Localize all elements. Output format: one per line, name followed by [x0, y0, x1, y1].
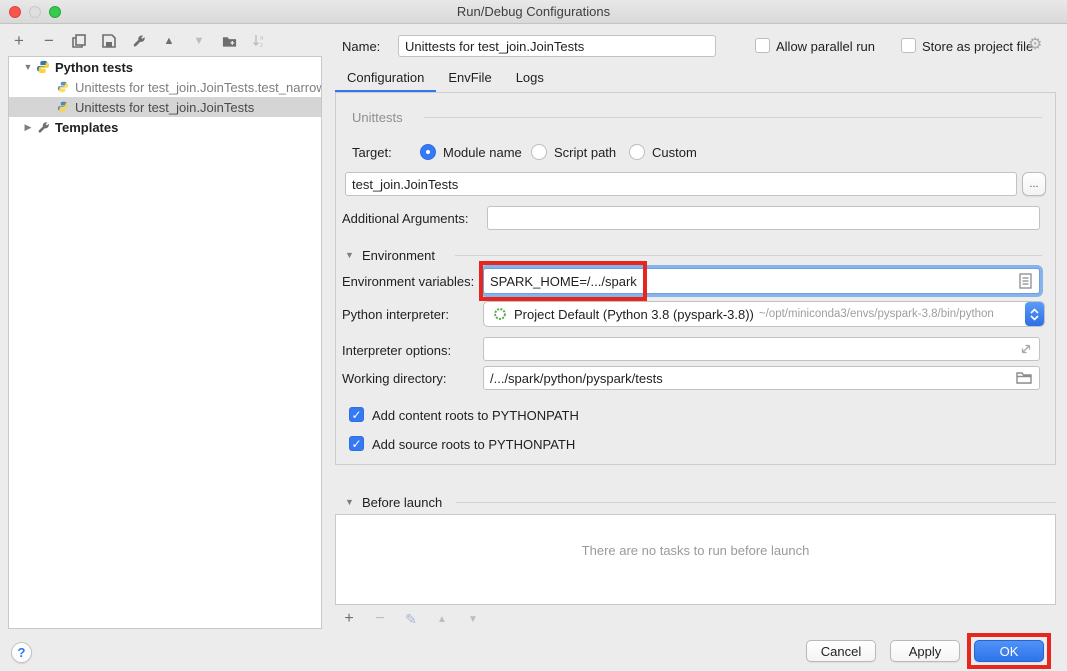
move-down-icon: ▼ — [190, 32, 208, 50]
annotation-highlight-env-variables — [479, 261, 647, 301]
tab-label: Logs — [516, 70, 544, 85]
allow-parallel-run-checkbox[interactable] — [755, 38, 770, 53]
svg-text:z: z — [260, 43, 263, 48]
additional-arguments-label: Additional Arguments: — [342, 211, 468, 226]
python-interpreter-path: ~/opt/miniconda3/envs/pyspark-3.8/bin/py… — [759, 308, 994, 320]
target-label: Target: — [352, 145, 392, 160]
tree-item-label: Unittests for test_join.JoinTests.test_n… — [75, 80, 321, 95]
remove-configuration-button[interactable]: − — [40, 32, 58, 50]
move-up-icon[interactable]: ▲ — [160, 32, 178, 50]
annotation-highlight-ok-button — [967, 633, 1051, 669]
browse-folder-icon[interactable] — [1016, 371, 1032, 387]
add-configuration-button[interactable]: + — [10, 32, 28, 50]
add-content-roots-checkbox[interactable]: ✓ — [349, 407, 364, 422]
store-options-gear-icon[interactable]: ⚙ — [1028, 34, 1042, 54]
expand-field-icon[interactable] — [1019, 342, 1033, 359]
cancel-button[interactable]: Cancel — [806, 640, 876, 662]
sort-alphabetically-icon: az — [250, 32, 268, 50]
radio-script-path[interactable] — [531, 144, 547, 160]
radio-custom-label[interactable]: Custom — [652, 145, 697, 160]
before-launch-collapse-icon[interactable]: ▼ — [345, 497, 354, 507]
python-interpreter-value: Project Default (Python 3.8 (pyspark-3.8… — [514, 307, 754, 322]
working-directory-label: Working directory: — [342, 371, 447, 386]
templates-wrench-icon — [35, 119, 51, 135]
window-title: Run/Debug Configurations — [0, 4, 1067, 19]
tree-item-unittests-jointests-selected[interactable]: Unittests for test_join.JoinTests — [9, 97, 321, 117]
disclosure-collapsed-icon[interactable]: ▶ — [21, 122, 35, 133]
additional-arguments-input[interactable] — [487, 206, 1040, 230]
apply-button[interactable]: Apply — [890, 640, 960, 662]
tab-label: EnvFile — [448, 70, 491, 85]
add-content-roots-label: Add content roots to PYTHONPATH — [372, 408, 579, 423]
section-divider — [456, 502, 1056, 503]
new-folder-icon[interactable] — [220, 32, 238, 50]
edit-templates-wrench-icon[interactable] — [130, 32, 148, 50]
python-test-icon — [56, 80, 70, 94]
tree-item-label: Unittests for test_join.JoinTests — [75, 100, 254, 115]
add-source-roots-label: Add source roots to PYTHONPATH — [372, 437, 575, 452]
before-launch-section-label: Before launch — [362, 495, 442, 510]
radio-module-name[interactable] — [420, 144, 436, 160]
name-label: Name: — [342, 39, 380, 54]
configuration-tabs: Configuration EnvFile Logs — [335, 66, 556, 92]
add-task-button[interactable]: + — [340, 610, 358, 628]
radio-module-name-label[interactable]: Module name — [443, 145, 522, 160]
python-interpreter-label: Python interpreter: — [342, 307, 449, 322]
empty-tasks-message: There are no tasks to run before launch — [336, 543, 1055, 558]
tab-configuration[interactable]: Configuration — [335, 66, 436, 92]
disclosure-expanded-icon[interactable]: ▼ — [21, 62, 35, 72]
environment-collapse-icon[interactable]: ▼ — [345, 250, 354, 260]
working-directory-input[interactable] — [483, 366, 1040, 390]
browse-target-button[interactable]: ... — [1022, 172, 1046, 196]
python-icon — [35, 59, 51, 75]
tree-item-templates[interactable]: ▶ Templates — [9, 117, 321, 137]
task-move-down-icon: ▼ — [464, 610, 482, 628]
help-button[interactable]: ? — [11, 642, 32, 663]
store-as-project-file-label: Store as project file — [922, 39, 1033, 54]
before-launch-task-list: There are no tasks to run before launch — [335, 514, 1056, 605]
before-launch-toolbar: + − ✎ ▲ ▼ — [340, 610, 482, 628]
conda-environment-icon — [492, 306, 508, 322]
tab-logs[interactable]: Logs — [504, 66, 556, 92]
remove-task-button: − — [371, 610, 389, 628]
allow-parallel-run-label: Allow parallel run — [776, 39, 875, 54]
copy-configuration-icon[interactable] — [70, 32, 88, 50]
python-test-icon — [56, 100, 70, 114]
interpreter-dropdown-stepper-icon[interactable] — [1025, 302, 1044, 326]
add-source-roots-checkbox[interactable]: ✓ — [349, 436, 364, 451]
edit-task-pencil-icon: ✎ — [402, 610, 420, 628]
configurations-tree: ▼ Python tests Unittests for test_join.J… — [8, 56, 322, 629]
unittests-section-label: Unittests — [352, 110, 403, 125]
configurations-toolbar: + − ▲ ▼ az — [10, 30, 268, 52]
title-bar: Run/Debug Configurations — [0, 0, 1067, 24]
radio-script-path-label[interactable]: Script path — [554, 145, 616, 160]
tree-item-label: Templates — [55, 120, 118, 135]
name-input[interactable] — [398, 35, 716, 57]
target-input[interactable] — [345, 172, 1017, 196]
tab-envfile[interactable]: EnvFile — [436, 66, 503, 92]
tree-item-label: Python tests — [55, 60, 133, 75]
section-divider — [424, 117, 1042, 118]
environment-variables-label: Environment variables: — [342, 274, 474, 289]
tree-item-python-tests[interactable]: ▼ Python tests — [9, 57, 321, 77]
store-as-project-file-checkbox[interactable] — [901, 38, 916, 53]
tab-label: Configuration — [347, 70, 424, 85]
section-divider — [455, 255, 1042, 256]
interpreter-options-input[interactable] — [483, 337, 1040, 361]
python-interpreter-select[interactable]: Project Default (Python 3.8 (pyspark-3.8… — [483, 301, 1045, 327]
task-move-up-icon: ▲ — [433, 610, 451, 628]
radio-custom[interactable] — [629, 144, 645, 160]
save-configuration-icon[interactable] — [100, 32, 118, 50]
environment-section-label: Environment — [362, 248, 435, 263]
run-debug-configurations-dialog: Run/Debug Configurations + − ▲ ▼ az ▼ Py — [0, 0, 1067, 671]
tree-item-unittests-test-narrow[interactable]: Unittests for test_join.JoinTests.test_n… — [9, 77, 321, 97]
svg-text:a: a — [260, 36, 264, 42]
env-variables-browse-icon[interactable] — [1018, 273, 1033, 292]
interpreter-options-label: Interpreter options: — [342, 343, 451, 358]
